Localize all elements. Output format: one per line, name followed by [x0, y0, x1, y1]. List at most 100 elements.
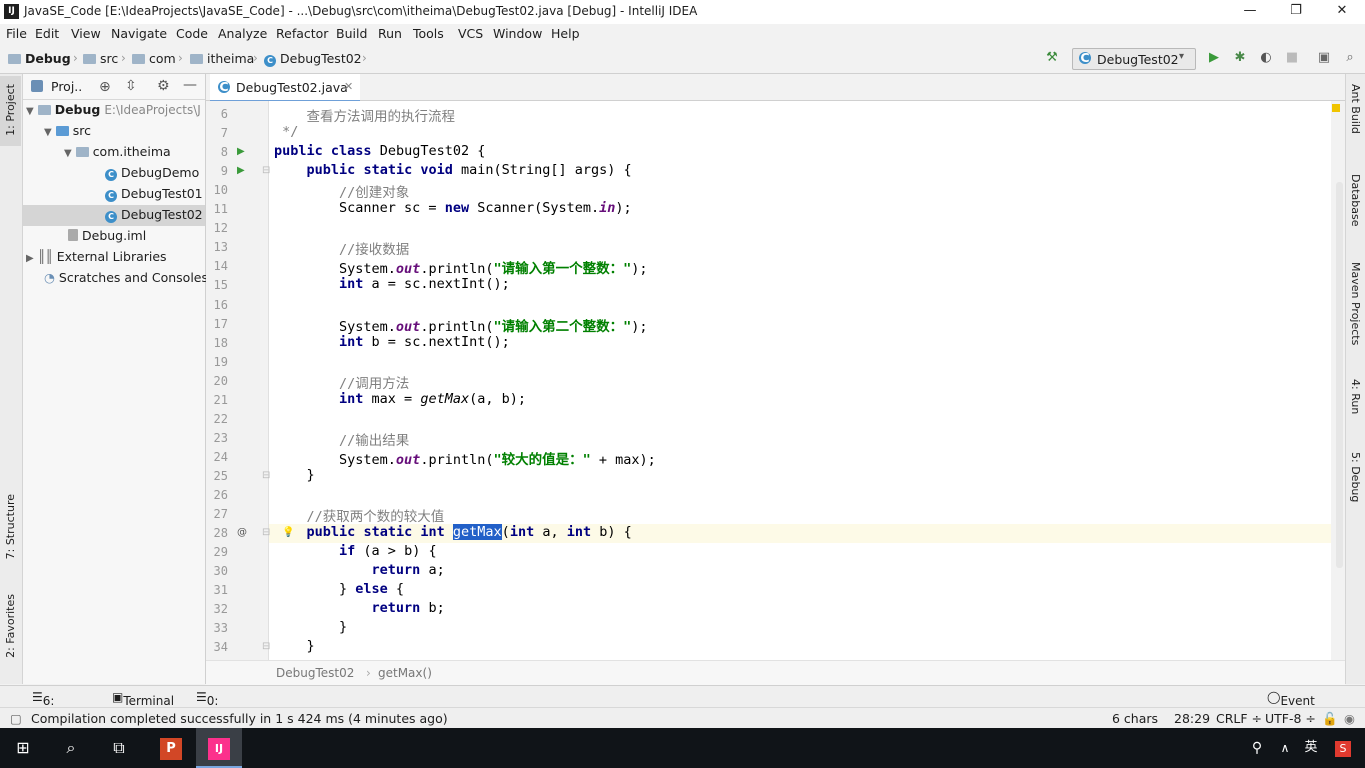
search-icon[interactable]: ⌕	[48, 728, 94, 768]
line-number[interactable]: 11	[206, 202, 228, 216]
tray-app-icon[interactable]: S	[1326, 728, 1360, 768]
line-number[interactable]: 24	[206, 450, 228, 464]
line-number[interactable]: 23	[206, 431, 228, 445]
minimize-button[interactable]: —	[1227, 0, 1273, 24]
code-line[interactable]: return b;	[274, 600, 445, 616]
line-number[interactable]: 33	[206, 621, 228, 635]
tree-item-package[interactable]: ▼ com.itheima	[64, 144, 171, 159]
code-line[interactable]: //创建对象	[274, 181, 409, 201]
line-number[interactable]: 22	[206, 412, 228, 426]
menu-vcs[interactable]: VCS	[458, 26, 483, 41]
code-line[interactable]: System.out.println("较大的值是：" + max);	[274, 448, 656, 468]
line-number[interactable]: 31	[206, 583, 228, 597]
tab-database[interactable]: Database	[1349, 174, 1362, 227]
menu-build[interactable]: Build	[336, 26, 367, 41]
fold-icon[interactable]: ⊟	[262, 641, 270, 652]
menu-tools[interactable]: Tools	[413, 26, 444, 41]
code-line[interactable]: 查看方法调用的执行流程	[274, 105, 456, 125]
breadcrumb-method[interactable]: getMax()	[378, 666, 432, 680]
method-usage-icon[interactable]: @	[237, 527, 247, 538]
code-line[interactable]: //输出结果	[274, 429, 409, 449]
line-number[interactable]: 25	[206, 469, 228, 483]
menu-edit[interactable]: Edit	[35, 26, 59, 41]
code-line[interactable]: public class DebugTest02 {	[274, 143, 485, 159]
line-number[interactable]: 32	[206, 602, 228, 616]
file-encoding[interactable]: UTF-8 ÷	[1265, 711, 1316, 726]
tab-event-log[interactable]: ◯ Event Log	[1267, 690, 1315, 722]
run-gutter-icon[interactable]: ▶	[237, 165, 245, 176]
code-line[interactable]: //接收数据	[274, 238, 409, 258]
windows-start-icon[interactable]: ⊞	[0, 728, 46, 768]
code-line[interactable]: System.out.println("请输入第二个整数：");	[274, 315, 647, 335]
menu-window[interactable]: Window	[493, 26, 542, 41]
menu-help[interactable]: Help	[551, 26, 580, 41]
code-line[interactable]: //调用方法	[274, 372, 409, 392]
tab-maven-projects[interactable]: Maven Projects	[1349, 262, 1362, 345]
line-number[interactable]: 16	[206, 298, 228, 312]
intellij-taskbar-icon[interactable]: IJ	[196, 728, 242, 768]
debug-bug-icon[interactable]: ✱	[1232, 50, 1248, 66]
code-line[interactable]: public static void main(String[] args) {	[274, 162, 632, 178]
menu-analyze[interactable]: Analyze	[218, 26, 267, 41]
tab-ant-build[interactable]: Ant Build	[1349, 84, 1362, 134]
code-line[interactable]: }	[274, 467, 315, 483]
close-button[interactable]: ✕	[1319, 0, 1365, 24]
tab-run[interactable]: 4: Run	[1349, 379, 1362, 414]
crumb-itheima[interactable]: itheima	[190, 51, 254, 66]
tree-item-src[interactable]: ▼ src	[44, 123, 91, 138]
lock-icon[interactable]: 🔓	[1322, 711, 1338, 727]
run-gutter-icon[interactable]: ▶	[237, 146, 245, 157]
breadcrumb-class[interactable]: DebugTest02	[276, 666, 354, 680]
tab-debugtest02-java[interactable]: C DebugTest02.java ✕	[210, 74, 360, 103]
code-line[interactable]: public static int getMax(int a, int b) {	[274, 524, 632, 541]
menu-file[interactable]: File	[6, 26, 27, 41]
tab-debug[interactable]: 5: Debug	[1349, 452, 1362, 502]
line-number[interactable]: 19	[206, 355, 228, 369]
code-editor[interactable]: 6 查看方法调用的执行流程 7 */ 8 public class DebugTest…	[206, 101, 1331, 660]
hide-panel-icon[interactable]: —	[183, 77, 197, 93]
code-line[interactable]: }	[274, 619, 347, 635]
task-view-icon[interactable]: ⧉	[96, 728, 142, 768]
code-line[interactable]: int b = sc.nextInt();	[274, 334, 510, 350]
crumb-debugtest02[interactable]: C DebugTest02	[264, 51, 362, 67]
tree-item-debugtest02[interactable]: C DebugTest02	[105, 207, 203, 223]
tab-project[interactable]: 1: Project	[4, 84, 17, 136]
line-number[interactable]: 12	[206, 221, 228, 235]
inspection-status-icon[interactable]	[1332, 104, 1340, 112]
line-number[interactable]: 9	[206, 164, 228, 178]
line-number[interactable]: 18	[206, 336, 228, 350]
line-number[interactable]: 27	[206, 507, 228, 521]
menu-view[interactable]: View	[71, 26, 101, 41]
run-icon[interactable]: ▶	[1206, 50, 1222, 66]
line-number[interactable]: 17	[206, 317, 228, 331]
crumb-debug[interactable]: Debug	[8, 51, 71, 66]
powerpoint-icon[interactable]: P	[148, 728, 194, 768]
tab-terminal[interactable]: ▣ Terminal	[112, 690, 174, 708]
fold-icon[interactable]: ⊟	[262, 470, 270, 481]
tree-item-scratches[interactable]: ◔ Scratches and Consoles	[44, 270, 208, 285]
tree-item-debugtest01[interactable]: C DebugTest01	[105, 186, 203, 202]
line-number[interactable]: 30	[206, 564, 228, 578]
caret-position[interactable]: 28:29	[1174, 711, 1210, 726]
crumb-src[interactable]: src	[83, 51, 118, 66]
gear-icon[interactable]: ⚙	[157, 78, 170, 94]
code-line[interactable]: int a = sc.nextInt();	[274, 276, 510, 292]
fold-icon[interactable]: ⊟	[262, 165, 270, 176]
code-line[interactable]: int max = getMax(a, b);	[274, 391, 526, 407]
tree-item-debug[interactable]: ▼ Debug E:\IdeaProjects\J	[26, 102, 201, 117]
line-number[interactable]: 28	[206, 526, 228, 540]
menu-code[interactable]: Code	[176, 26, 208, 41]
run-configuration-select[interactable]: C DebugTest02 ▾	[1072, 48, 1196, 70]
line-number[interactable]: 34	[206, 640, 228, 654]
tab-todo[interactable]: ☰ 6: TODO	[32, 690, 78, 722]
line-number[interactable]: 29	[206, 545, 228, 559]
maximize-button[interactable]: ❐	[1273, 0, 1319, 24]
build-hammer-icon[interactable]: ⚒	[1044, 50, 1060, 66]
stop-icon[interactable]: ■	[1284, 50, 1300, 66]
line-number[interactable]: 13	[206, 240, 228, 254]
coverage-icon[interactable]: ◐	[1258, 50, 1274, 66]
line-number[interactable]: 20	[206, 374, 228, 388]
intention-bulb-icon[interactable]: 💡	[282, 527, 294, 538]
tab-structure[interactable]: 7: Structure	[4, 494, 17, 559]
line-number[interactable]: 21	[206, 393, 228, 407]
